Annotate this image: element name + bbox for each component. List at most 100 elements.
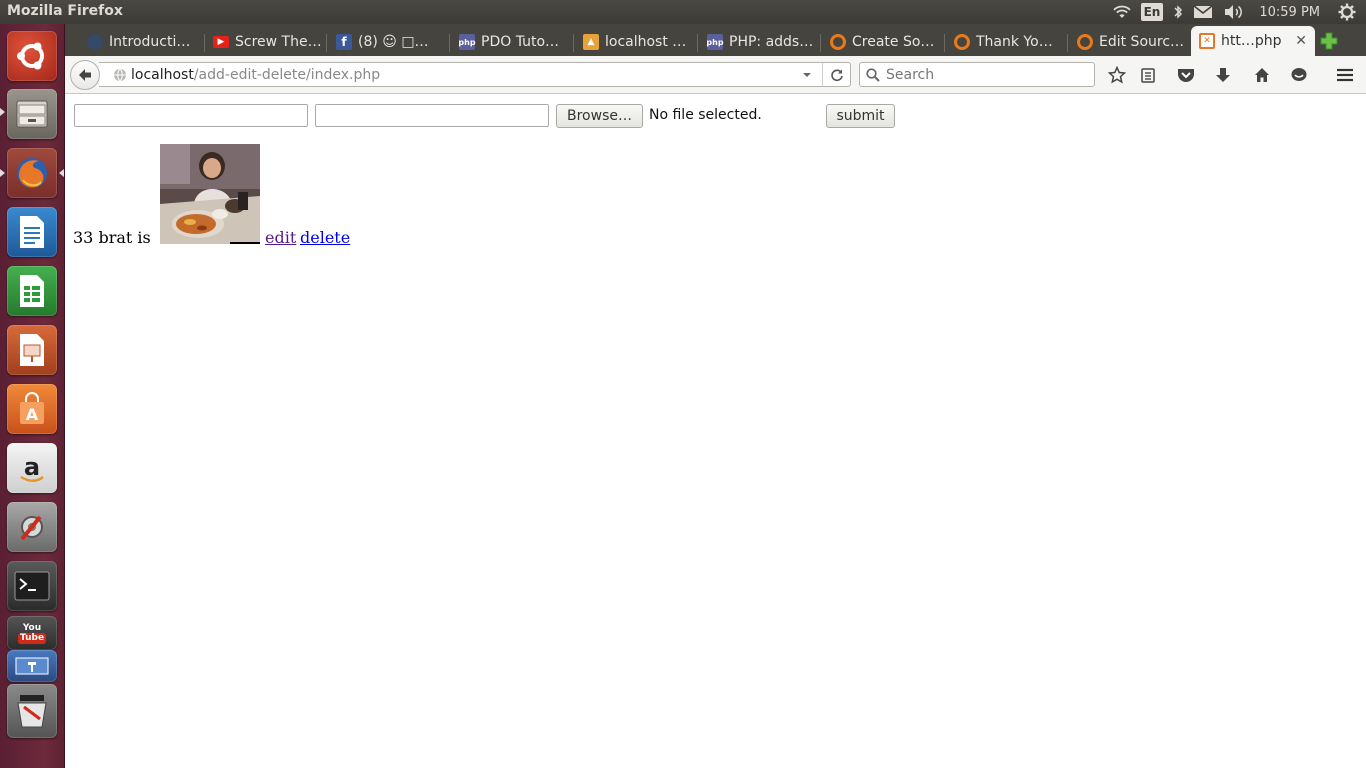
calc-spreadsheet-icon bbox=[20, 275, 44, 307]
page-content: Browse… No file selected. submit 33 brat… bbox=[65, 95, 1366, 768]
edit-link[interactable]: edit bbox=[265, 228, 296, 247]
panel-indicators: En 10:59 PM bbox=[1112, 0, 1366, 24]
file-cabinet-icon bbox=[16, 100, 48, 128]
launcher-libreoffice-impress[interactable] bbox=[7, 325, 57, 375]
tab-title: Screw The… bbox=[235, 34, 322, 50]
launcher-terminal[interactable] bbox=[7, 561, 57, 611]
xampp-icon: ✕ bbox=[1199, 33, 1215, 49]
file-status-text: No file selected. bbox=[649, 107, 762, 123]
launcher-amazon[interactable]: a bbox=[7, 443, 57, 493]
tab-title: htt…php bbox=[1221, 33, 1282, 49]
bookmarks-menu-button[interactable] bbox=[1138, 65, 1158, 85]
page-icon bbox=[87, 34, 103, 50]
tab-separator bbox=[697, 34, 698, 52]
quora-icon bbox=[1077, 34, 1093, 50]
url-host: localhost bbox=[131, 66, 194, 83]
url-path: /add-edit-delete/index.php bbox=[193, 66, 381, 83]
menu-button[interactable] bbox=[1335, 65, 1355, 85]
launcher-trash[interactable] bbox=[7, 684, 57, 738]
navigation-toolbar: localhost/add-edit-delete/index.php bbox=[65, 56, 1366, 94]
launcher-files[interactable] bbox=[7, 89, 57, 139]
tab-1[interactable]: ▶ Screw The… bbox=[205, 28, 323, 56]
tab-2[interactable]: f (8) ☺ □… bbox=[328, 28, 446, 56]
delete-link[interactable]: delete bbox=[300, 228, 350, 247]
tab-title: localhost … bbox=[605, 34, 687, 50]
record-photo bbox=[160, 144, 260, 244]
url-text: localhost/add-edit-delete/index.php bbox=[131, 67, 380, 83]
search-input[interactable] bbox=[886, 66, 1076, 83]
tab-title: Introducti… bbox=[109, 34, 191, 50]
keyboard-layout-indicator[interactable]: En bbox=[1140, 3, 1164, 21]
launcher-libreoffice-writer[interactable] bbox=[7, 207, 57, 257]
url-bar[interactable]: localhost/add-edit-delete/index.php bbox=[99, 62, 851, 87]
star-icon bbox=[1108, 66, 1126, 84]
chat-bubble-icon bbox=[1291, 68, 1307, 81]
submit-button[interactable]: submit bbox=[826, 104, 895, 128]
top-panel: Mozilla Firefox En 10:59 PM bbox=[0, 0, 1366, 24]
tab-7[interactable]: Thank Yo… bbox=[946, 28, 1064, 56]
chevron-down-icon[interactable] bbox=[802, 70, 812, 80]
ubuntu-logo-icon bbox=[17, 42, 44, 70]
record-text: 33 brat is bbox=[73, 228, 151, 247]
svg-text:a: a bbox=[24, 453, 40, 481]
text-field-2[interactable] bbox=[315, 104, 549, 127]
launcher-running-indicator bbox=[0, 108, 5, 116]
launcher-system-settings[interactable] bbox=[7, 502, 57, 552]
tab-8[interactable]: Edit Sourc… bbox=[1069, 28, 1189, 56]
back-button[interactable] bbox=[70, 60, 100, 90]
home-icon bbox=[1255, 68, 1269, 82]
power-gear-icon[interactable] bbox=[1338, 3, 1356, 21]
tab-6[interactable]: Create So… bbox=[822, 28, 940, 56]
launcher-libreoffice-calc[interactable] bbox=[7, 266, 57, 316]
browse-button[interactable]: Browse… bbox=[556, 104, 643, 128]
close-tab-icon[interactable]: ✕ bbox=[1295, 33, 1307, 49]
tab-bar: Introducti… ▶ Screw The… f (8) ☺ □… php … bbox=[65, 24, 1366, 56]
launcher-firefox[interactable] bbox=[7, 148, 57, 198]
shopping-bag-icon: A bbox=[20, 392, 44, 424]
facebook-icon: f bbox=[336, 34, 352, 50]
tab-3[interactable]: php PDO Tuto… bbox=[451, 28, 569, 56]
mail-icon[interactable] bbox=[1193, 3, 1213, 21]
plus-icon bbox=[1320, 32, 1338, 50]
globe-icon bbox=[114, 68, 126, 82]
launcher-workspace-stack[interactable] bbox=[7, 650, 57, 682]
pocket-button[interactable] bbox=[1176, 65, 1196, 85]
tab-title: (8) ☺ □… bbox=[358, 34, 429, 50]
tab-0[interactable]: Introducti… bbox=[79, 28, 209, 56]
wifi-icon[interactable] bbox=[1112, 3, 1131, 21]
quora-icon bbox=[954, 34, 970, 50]
tab-title: Thank Yo… bbox=[976, 34, 1053, 50]
impress-presentation-icon bbox=[20, 334, 44, 366]
volume-icon[interactable] bbox=[1223, 3, 1243, 21]
hello-chat-button[interactable] bbox=[1289, 65, 1309, 85]
reload-button[interactable] bbox=[822, 63, 850, 86]
youtube-label-top: You bbox=[22, 622, 42, 633]
tab-5[interactable]: php PHP: adds… bbox=[699, 28, 817, 56]
new-tab-button[interactable] bbox=[1318, 30, 1340, 52]
tab-title: PHP: adds… bbox=[729, 34, 814, 50]
launcher-focused-indicator bbox=[59, 169, 64, 177]
tab-separator bbox=[944, 34, 945, 52]
php-icon: php bbox=[706, 34, 724, 50]
home-button[interactable] bbox=[1252, 65, 1272, 85]
tab-separator bbox=[449, 34, 450, 52]
launcher-ubuntu-dash[interactable] bbox=[7, 31, 57, 81]
tab-9-active[interactable]: ✕ htt…php ✕ bbox=[1191, 26, 1315, 56]
tab-4[interactable]: ▲ localhost … bbox=[575, 28, 693, 56]
download-arrow-icon bbox=[1216, 68, 1230, 82]
youtube-label-bottom: Tube bbox=[17, 632, 47, 644]
launcher-software-center[interactable]: A bbox=[7, 384, 57, 434]
tab-separator bbox=[326, 34, 327, 52]
downloads-button[interactable] bbox=[1213, 65, 1233, 85]
hamburger-menu-icon bbox=[1337, 68, 1353, 82]
pocket-icon bbox=[1178, 69, 1194, 82]
clock[interactable]: 10:59 PM bbox=[1259, 3, 1320, 21]
writer-document-icon bbox=[20, 216, 44, 248]
search-bar[interactable] bbox=[859, 62, 1095, 87]
bluetooth-icon[interactable] bbox=[1173, 3, 1183, 21]
terminal-icon bbox=[14, 571, 50, 601]
bookmark-star-button[interactable] bbox=[1107, 65, 1127, 85]
text-field-1[interactable] bbox=[74, 104, 308, 127]
settings-wrench-icon bbox=[20, 515, 43, 541]
launcher-youtube[interactable]: You Tube bbox=[7, 616, 57, 650]
